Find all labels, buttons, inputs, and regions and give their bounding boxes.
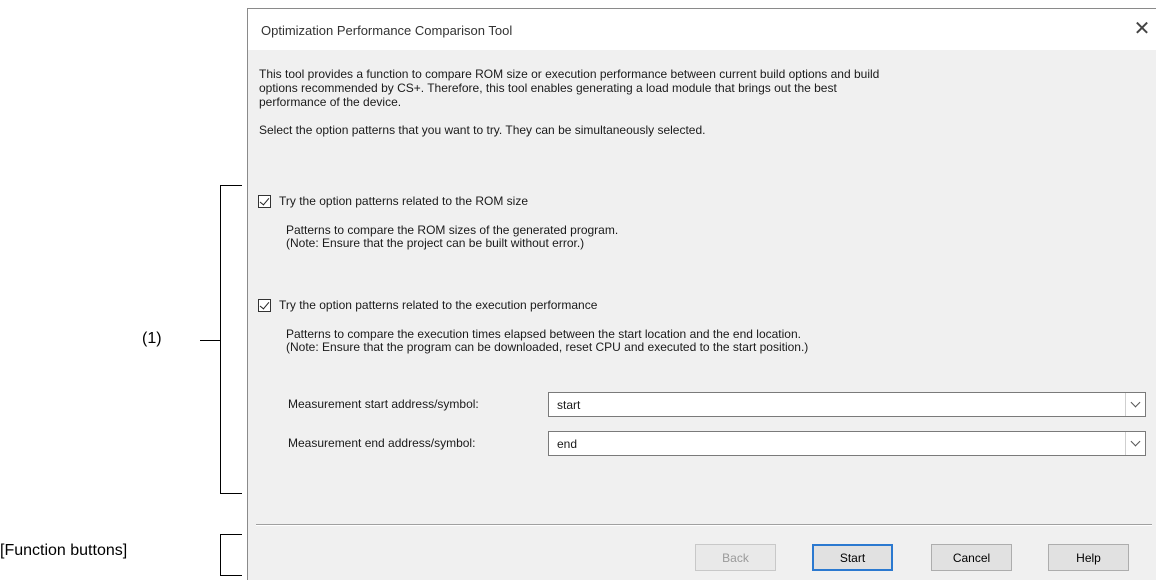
annotation-bracket-1-top: [220, 185, 242, 186]
rom-size-checkbox[interactable]: [258, 194, 271, 208]
button-area-separator: [256, 524, 1152, 526]
chevron-down-icon[interactable]: [1125, 432, 1145, 455]
chevron-down-icon[interactable]: [1125, 393, 1145, 416]
help-button[interactable]: Help: [1048, 544, 1129, 571]
annotation-bracket-fb-top: [220, 534, 242, 535]
start-address-combobox[interactable]: start: [548, 392, 1146, 417]
exec-performance-checkbox-label[interactable]: Try the option patterns related to the e…: [279, 298, 597, 312]
intro-line-1: This tool provides a function to compare…: [259, 67, 880, 81]
select-instruction: Select the option patterns that you want…: [259, 123, 706, 137]
exec-performance-description: Patterns to compare the execution times …: [286, 328, 808, 354]
end-address-value[interactable]: end: [557, 437, 577, 451]
annotation-area-1: (1): [142, 330, 162, 347]
dialog-body: This tool provides a function to compare…: [248, 50, 1156, 580]
annotation-bracket-fb-bottom: [220, 575, 242, 576]
rom-size-checkbox-row[interactable]: Try the option patterns related to the R…: [258, 194, 528, 208]
intro-text: This tool provides a function to compare…: [259, 67, 1139, 109]
exec-performance-checkbox-row[interactable]: Try the option patterns related to the e…: [258, 298, 597, 312]
cancel-button[interactable]: Cancel: [931, 544, 1012, 571]
annotation-bracket-fb-vertical: [220, 534, 221, 576]
end-address-combobox[interactable]: end: [548, 431, 1146, 456]
annotation-leader-line-1: [200, 340, 220, 341]
annotation-bracket-1-vertical: [220, 185, 221, 494]
close-icon[interactable]: ✕: [1132, 18, 1152, 40]
exec-desc-line-2: (Note: Ensure that the program can be do…: [286, 340, 809, 354]
annotation-bracket-1-bottom: [220, 493, 242, 494]
end-address-label: Measurement end address/symbol:: [288, 436, 476, 450]
rom-size-description: Patterns to compare the ROM sizes of the…: [286, 224, 618, 250]
start-address-label: Measurement start address/symbol:: [288, 397, 479, 411]
rom-desc-line-2: (Note: Ensure that the project can be bu…: [286, 236, 585, 250]
rom-size-checkbox-label[interactable]: Try the option patterns related to the R…: [279, 194, 528, 208]
start-address-value[interactable]: start: [557, 398, 580, 412]
exec-performance-checkbox[interactable]: [258, 298, 271, 312]
dialog-titlebar: Optimization Performance Comparison Tool…: [248, 9, 1156, 50]
dialog-title: Optimization Performance Comparison Tool: [261, 23, 513, 38]
optimization-dialog: Optimization Performance Comparison Tool…: [247, 8, 1156, 580]
back-button[interactable]: Back: [695, 544, 776, 571]
intro-line-2: options recommended by CS+. Therefore, t…: [259, 81, 837, 95]
annotation-function-buttons: [Function buttons]: [0, 542, 128, 559]
intro-line-3: performance of the device.: [259, 95, 402, 109]
start-button[interactable]: Start: [812, 544, 893, 571]
